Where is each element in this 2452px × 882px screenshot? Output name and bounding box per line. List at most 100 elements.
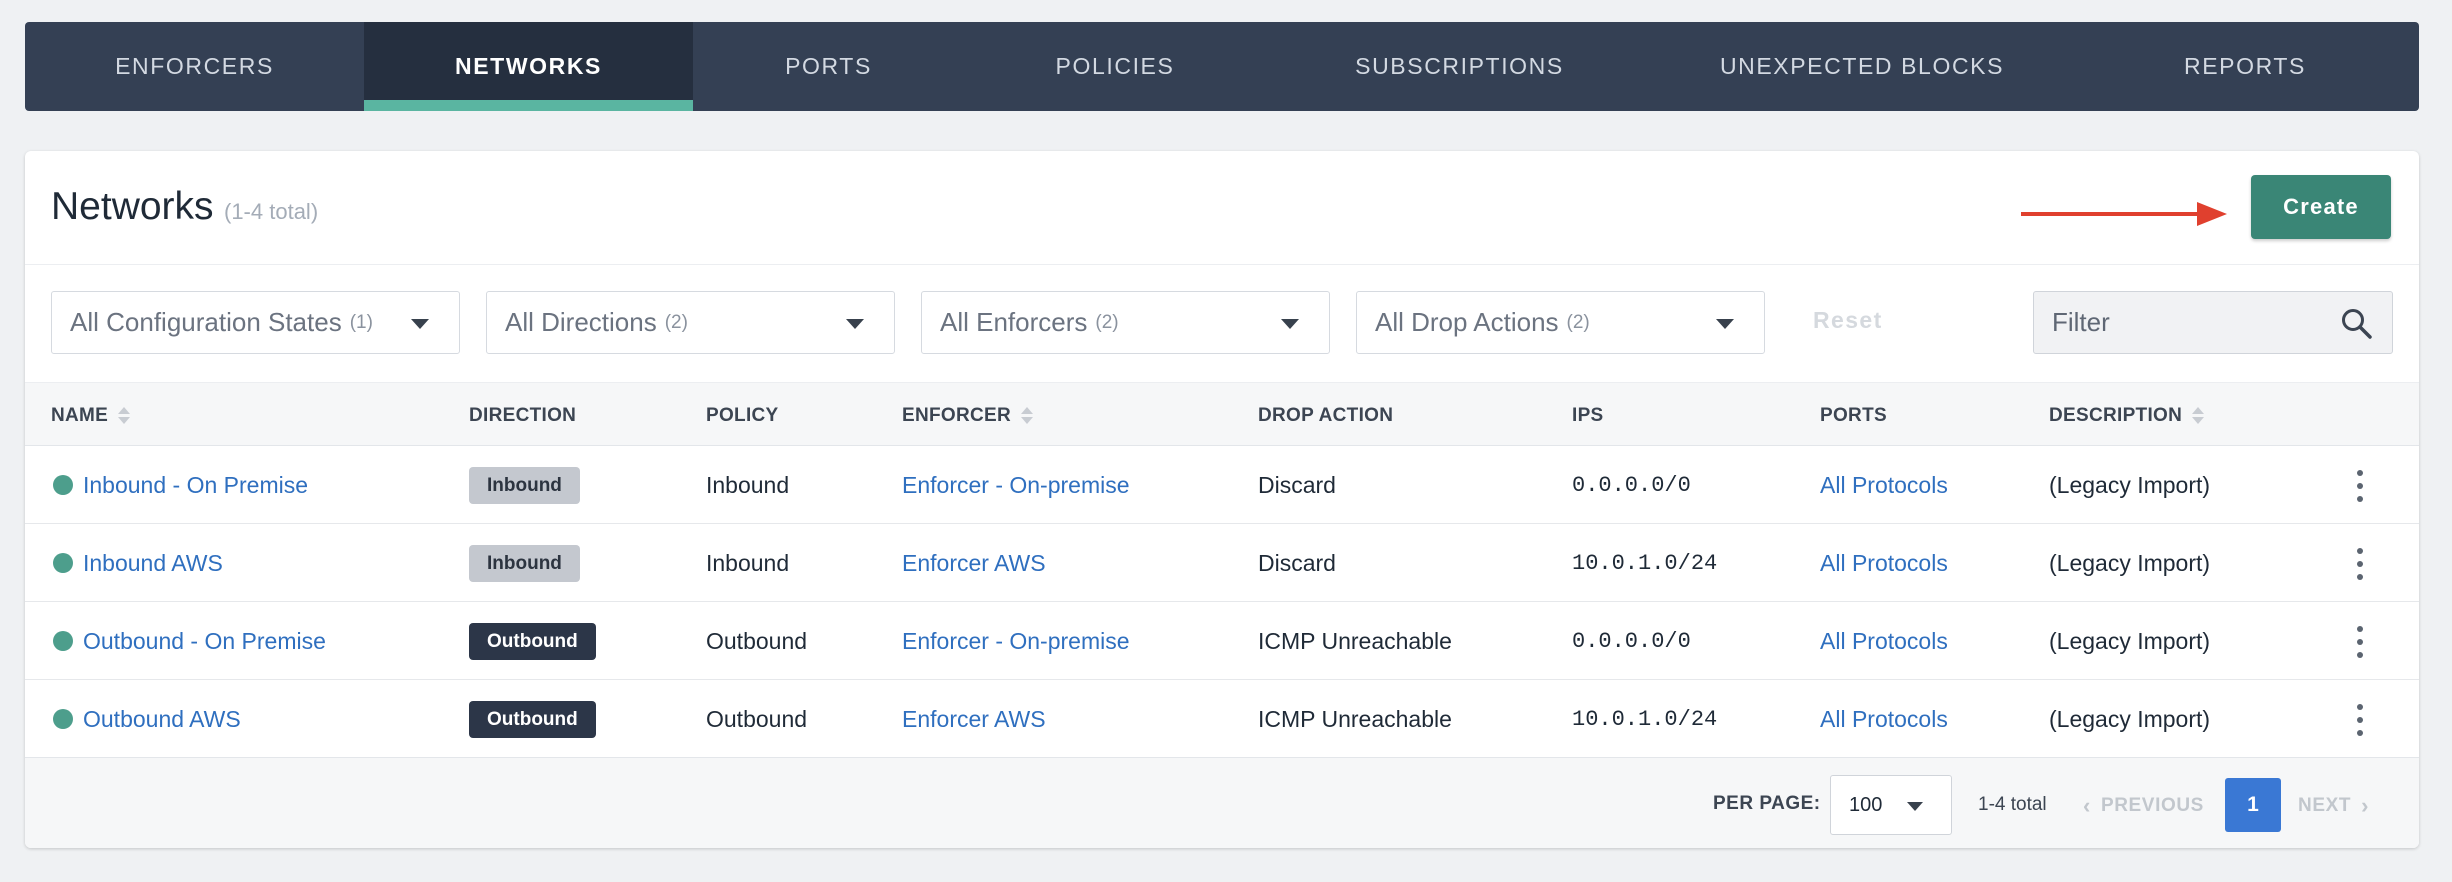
card-header: Networks (1-4 total) Create [25, 151, 2419, 265]
description-cell: (Legacy Import) [2049, 627, 2211, 654]
direction-cell: Outbound [469, 602, 596, 680]
ips-cell: 10.0.1.0/24 [1572, 706, 1718, 732]
description-cell: (Legacy Import) [2049, 549, 2211, 576]
column-direction: DIRECTION [469, 405, 576, 427]
ports-link[interactable]: All Protocols [1820, 706, 1948, 733]
drop-action-cell: Discard [1258, 549, 1336, 576]
direction-cell: Outbound [469, 680, 596, 758]
configuration-states-label: All Configuration States [70, 307, 342, 337]
top-nav: ENFORCERS NETWORKS PORTS POLICIES SUBSCR… [25, 22, 2419, 111]
column-description-label: DESCRIPTION [2049, 405, 2183, 426]
ports-link[interactable]: All Protocols [1820, 628, 1948, 655]
column-name[interactable]: NAME [51, 405, 131, 427]
ips-cell: 10.0.1.0/24 [1572, 550, 1718, 576]
enforcers-dropdown[interactable]: All Enforcers (2) [921, 291, 1330, 354]
caret-down-icon [1716, 319, 1734, 329]
create-button[interactable]: Create [2251, 175, 2391, 239]
status-dot-icon [53, 709, 73, 729]
enforcers-label: All Enforcers [940, 307, 1088, 337]
description-cell: (Legacy Import) [2049, 705, 2211, 732]
ports-cell: All Protocols [1820, 602, 1948, 680]
chevron-right-icon: › [2361, 793, 2370, 818]
pagination-total: 1-4 total [1978, 794, 2047, 815]
direction-badge: Inbound [469, 544, 580, 582]
caret-down-icon [846, 319, 864, 329]
enforcer-link[interactable]: Enforcer - On-premise [902, 628, 1130, 655]
drop-actions-count: (2) [1566, 311, 1590, 333]
ips-cell: 0.0.0.0/0 [1572, 472, 1691, 498]
name-cell: Outbound AWS [53, 680, 241, 758]
table-header: NAME DIRECTION POLICY ENFORCER DROP ACTI… [25, 382, 2419, 446]
tab-unexpected-blocks[interactable]: UNEXPECTED BLOCKS [1653, 22, 2071, 111]
name-cell: Inbound AWS [53, 524, 223, 602]
next-label: NEXT [2298, 795, 2352, 816]
column-ports: PORTS [1820, 405, 1887, 427]
column-drop-action-label: DROP ACTION [1258, 405, 1394, 426]
network-name-link[interactable]: Inbound - On Premise [83, 472, 308, 499]
annotation-arrow-icon [2021, 202, 2227, 226]
enforcer-link[interactable]: Enforcer AWS [902, 706, 1046, 733]
status-dot-icon [53, 553, 73, 573]
tab-ports[interactable]: PORTS [693, 22, 964, 111]
name-cell: Inbound - On Premise [53, 446, 308, 524]
ports-cell: All Protocols [1820, 524, 1948, 602]
column-description[interactable]: DESCRIPTION [2049, 405, 2205, 427]
policy-cell: Inbound [706, 471, 790, 498]
table-row: Inbound - On Premise Inbound Inbound Enf… [25, 446, 2419, 524]
per-page-dropdown[interactable]: 100 [1830, 775, 1952, 835]
tab-subscriptions[interactable]: SUBSCRIPTIONS [1266, 22, 1653, 111]
caret-down-icon [411, 319, 429, 329]
network-name-link[interactable]: Outbound - On Premise [83, 628, 326, 655]
column-direction-label: DIRECTION [469, 405, 577, 426]
chevron-left-icon: ‹ [2083, 793, 2091, 818]
per-page-label: PER PAGE: [1713, 793, 1821, 814]
ports-link[interactable]: All Protocols [1820, 550, 1948, 577]
column-drop-action: DROP ACTION [1258, 405, 1393, 427]
row-menu-icon[interactable] [2355, 704, 2365, 736]
table-row: Outbound - On Premise Outbound Outbound … [25, 602, 2419, 680]
enforcers-count: (2) [1095, 311, 1119, 333]
column-enforcer-label: ENFORCER [902, 405, 1012, 426]
column-policy-label: POLICY [706, 405, 779, 426]
caret-down-icon [1281, 319, 1299, 329]
enforcer-link[interactable]: Enforcer AWS [902, 550, 1046, 577]
table-row: Inbound AWS Inbound Inbound Enforcer AWS… [25, 524, 2419, 602]
row-menu-icon[interactable] [2355, 548, 2365, 580]
reset-button[interactable]: Reset [1813, 307, 1883, 334]
tab-reports[interactable]: REPORTS [2071, 22, 2419, 111]
enforcer-link[interactable]: Enforcer - On-premise [902, 472, 1130, 499]
caret-down-icon [1907, 802, 1923, 811]
filter-input[interactable] [2034, 292, 2334, 353]
enforcer-cell: Enforcer AWS [902, 680, 1046, 758]
policy-cell: Outbound [706, 627, 808, 654]
tab-policies[interactable]: POLICIES [964, 22, 1266, 111]
tab-enforcers[interactable]: ENFORCERS [25, 22, 364, 111]
previous-page-button[interactable]: ‹ PREVIOUS [2083, 793, 2204, 819]
networks-card: Networks (1-4 total) Create All Configur… [25, 151, 2419, 848]
column-policy: POLICY [706, 405, 779, 427]
row-menu-icon[interactable] [2355, 470, 2365, 502]
direction-cell: Inbound [469, 524, 580, 602]
search-icon[interactable] [2340, 307, 2372, 339]
total-count: (1-4 total) [224, 199, 319, 224]
enforcer-cell: Enforcer - On-premise [902, 446, 1130, 524]
next-page-button[interactable]: NEXT › [2298, 793, 2369, 819]
drop-actions-dropdown[interactable]: All Drop Actions (2) [1356, 291, 1765, 354]
directions-count: (2) [664, 311, 688, 333]
column-ips: IPS [1572, 405, 1604, 427]
configuration-states-dropdown[interactable]: All Configuration States (1) [51, 291, 460, 354]
ports-link[interactable]: All Protocols [1820, 472, 1948, 499]
row-menu-icon[interactable] [2355, 626, 2365, 658]
tab-networks[interactable]: NETWORKS [364, 22, 693, 111]
direction-cell: Inbound [469, 446, 580, 524]
network-name-link[interactable]: Inbound AWS [83, 550, 223, 577]
sort-icon [118, 406, 131, 426]
previous-label: PREVIOUS [2100, 795, 2204, 816]
network-name-link[interactable]: Outbound AWS [83, 706, 241, 733]
page-number-button[interactable]: 1 [2225, 778, 2281, 832]
drop-action-cell: ICMP Unreachable [1258, 627, 1452, 654]
column-enforcer[interactable]: ENFORCER [902, 405, 1034, 427]
directions-dropdown[interactable]: All Directions (2) [486, 291, 895, 354]
direction-badge: Inbound [469, 466, 580, 504]
table-footer: PER PAGE: 100 1-4 total ‹ PREVIOUS 1 NEX… [25, 757, 2419, 848]
